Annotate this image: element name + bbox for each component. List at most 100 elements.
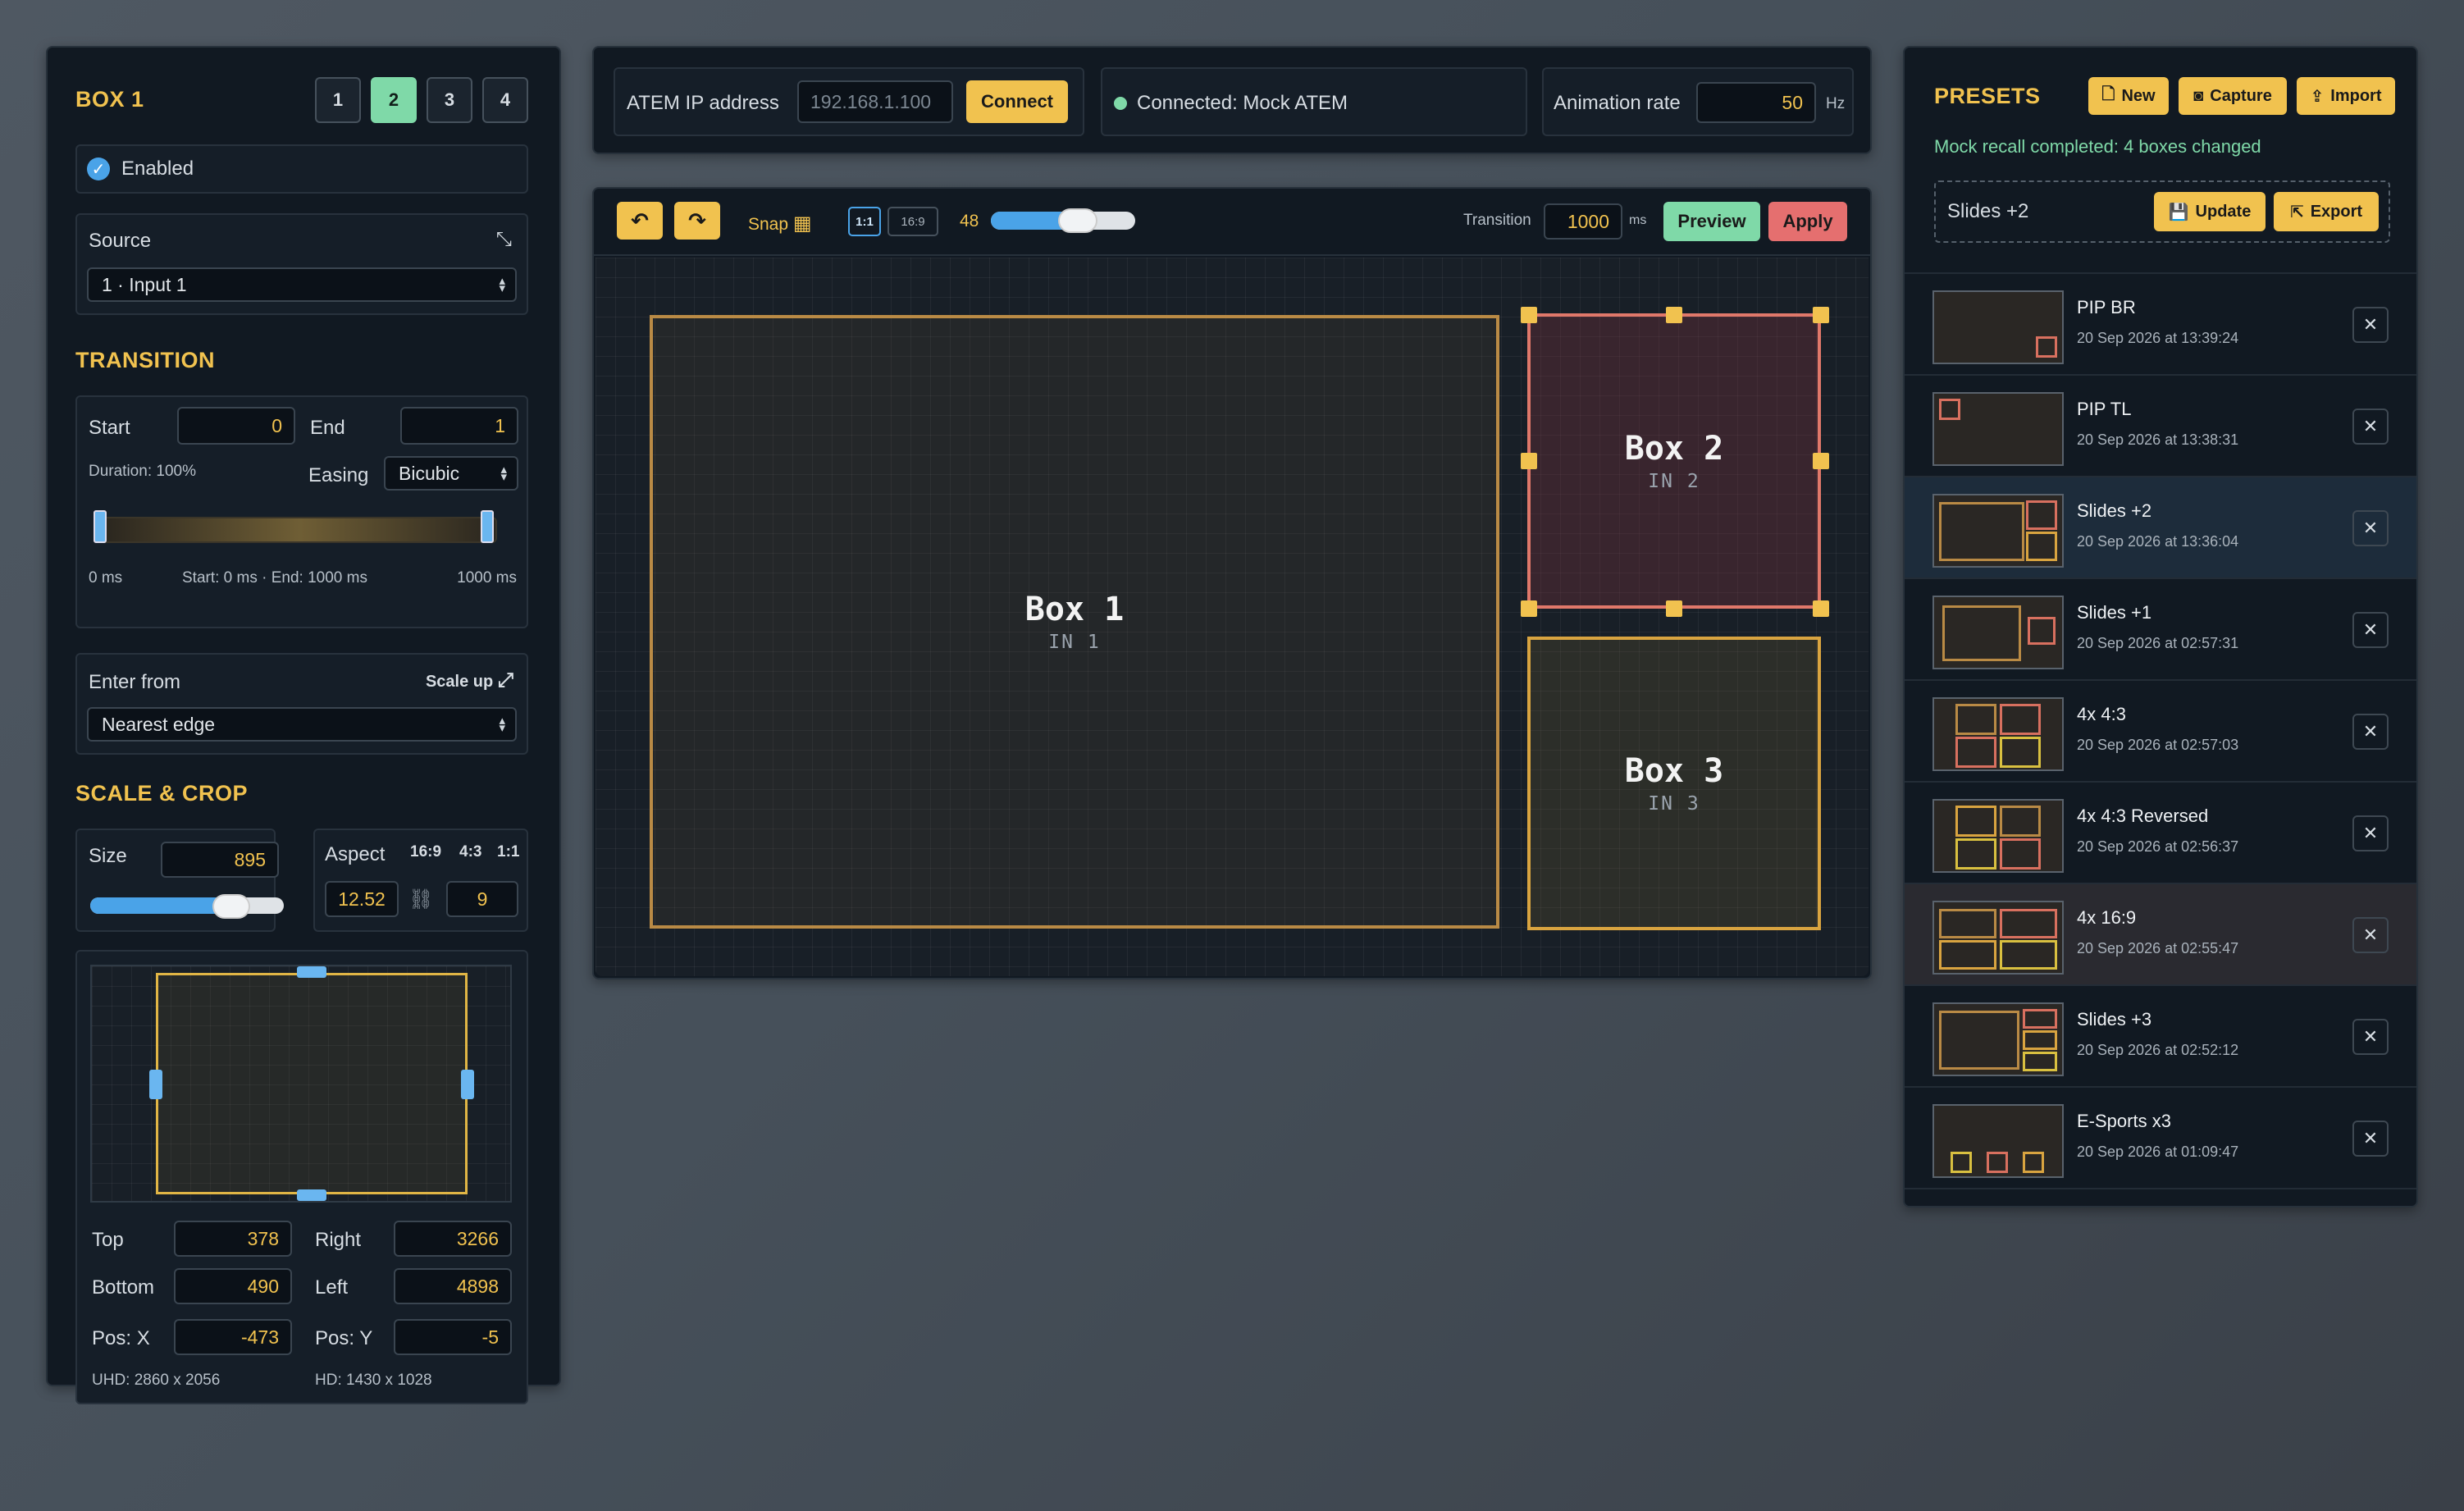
start-label: Start bbox=[89, 417, 130, 439]
box-3[interactable]: Box 3 IN 3 bbox=[1527, 637, 1821, 930]
preset-name: Slides +3 bbox=[2077, 1009, 2152, 1029]
size-input[interactable]: 895 bbox=[161, 842, 279, 878]
source-section: Source ⤡ 1 · Input 1 ▴ ▾ bbox=[75, 213, 528, 315]
snap-toggle[interactable]: Snap ▦ bbox=[748, 212, 812, 235]
delete-preset-button[interactable]: ✕ bbox=[2352, 917, 2389, 953]
resize-handle-r[interactable] bbox=[1813, 453, 1829, 469]
box-tab-1[interactable]: 1 bbox=[315, 77, 361, 123]
aspect-1-1[interactable]: 1:1 bbox=[497, 843, 519, 861]
file-icon: 🗋 bbox=[2101, 85, 2115, 103]
update-button[interactable]: 💾 Update bbox=[2154, 192, 2266, 231]
box-2[interactable]: Box 2 IN 2 bbox=[1527, 313, 1821, 609]
preset-item[interactable]: 4x 16:9 20 Sep 2026 at 02:55:47 ✕ bbox=[1905, 884, 2416, 986]
delete-preset-button[interactable]: ✕ bbox=[2352, 815, 2389, 851]
preset-item[interactable]: PIP TL 20 Sep 2026 at 13:38:31 ✕ bbox=[1905, 376, 2416, 477]
size-slider-track[interactable] bbox=[90, 897, 284, 914]
timing-start-handle[interactable] bbox=[94, 510, 107, 543]
aspect-height-input[interactable]: 9 bbox=[446, 881, 518, 917]
collapse-icon[interactable]: ⤡ bbox=[496, 228, 512, 251]
capture-button[interactable]: ◙ Capture bbox=[2179, 77, 2287, 115]
transition-input[interactable]: 1000 bbox=[1544, 203, 1622, 240]
crop-left-handle[interactable] bbox=[149, 1070, 162, 1099]
preset-thumbnail bbox=[1932, 290, 2064, 364]
ip-input[interactable]: 192.168.1.100 bbox=[797, 80, 953, 123]
preset-item[interactable]: 4x 4:3 Reversed 20 Sep 2026 at 02:56:37 … bbox=[1905, 783, 2416, 884]
box-tab-4[interactable]: 4 bbox=[482, 77, 528, 123]
resize-handle-tl[interactable] bbox=[1521, 307, 1537, 323]
pos-y-input[interactable]: -5 bbox=[394, 1319, 512, 1355]
delete-preset-button[interactable]: ✕ bbox=[2352, 612, 2389, 648]
enabled-row[interactable]: ✓ Enabled bbox=[75, 144, 528, 194]
pos-x-input[interactable]: -473 bbox=[174, 1319, 292, 1355]
box-tab-3[interactable]: 3 bbox=[427, 77, 472, 123]
undo-button[interactable]: ↶ bbox=[617, 202, 663, 240]
top-label: Top bbox=[92, 1229, 124, 1251]
enabled-checkbox[interactable]: ✓ bbox=[87, 157, 110, 180]
grid-size-knob[interactable] bbox=[1057, 208, 1097, 233]
resize-handle-t[interactable] bbox=[1666, 307, 1682, 323]
ratio-1-1-button[interactable]: 1:1 bbox=[848, 207, 881, 236]
preset-item[interactable]: 4x 4:3 20 Sep 2026 at 02:57:03 ✕ bbox=[1905, 681, 2416, 783]
scale-up-toggle[interactable]: Scale up ⤢ bbox=[426, 669, 513, 692]
preset-date: 20 Sep 2026 at 02:55:47 bbox=[2077, 940, 2239, 956]
preset-item[interactable]: Slides +3 20 Sep 2026 at 02:52:12 ✕ bbox=[1905, 986, 2416, 1088]
preset-item[interactable]: E-Sports x3 20 Sep 2026 at 01:09:47 ✕ bbox=[1905, 1088, 2416, 1189]
delete-preset-button[interactable]: ✕ bbox=[2352, 409, 2389, 445]
aspect-16-9[interactable]: 16:9 bbox=[410, 843, 441, 861]
new-preset-button[interactable]: 🗋 New bbox=[2088, 77, 2169, 115]
resize-handle-tr[interactable] bbox=[1813, 307, 1829, 323]
duration-text: Duration: 100% bbox=[89, 463, 196, 480]
connect-button[interactable]: Connect bbox=[966, 80, 1068, 123]
ratio-16-9-button[interactable]: 16:9 bbox=[887, 207, 938, 236]
start-input[interactable]: 0 bbox=[177, 407, 295, 445]
box-tab-2[interactable]: 2 bbox=[371, 77, 417, 123]
delete-preset-button[interactable]: ✕ bbox=[2352, 1121, 2389, 1157]
resize-handle-b[interactable] bbox=[1666, 600, 1682, 617]
transition-label: Transition bbox=[1463, 212, 1531, 229]
animation-rate-input[interactable]: 50 bbox=[1696, 82, 1816, 123]
export-button[interactable]: ⇱ Export bbox=[2274, 192, 2379, 231]
enter-from-select[interactable]: Nearest edge ▴ ▾ bbox=[87, 707, 517, 742]
aspect-4-3[interactable]: 4:3 bbox=[459, 843, 481, 861]
status-group: Connected: Mock ATEM bbox=[1101, 67, 1527, 136]
link-icon[interactable]: ⛓ bbox=[408, 888, 433, 911]
left-input[interactable]: 4898 bbox=[394, 1268, 512, 1304]
crop-top-handle[interactable] bbox=[297, 966, 326, 978]
redo-button[interactable]: ↷ bbox=[674, 202, 720, 240]
aspect-width-input[interactable]: 12.52 bbox=[325, 881, 399, 917]
grid-icon: ▦ bbox=[792, 212, 812, 235]
preview-button[interactable]: Preview bbox=[1663, 202, 1760, 241]
delete-preset-button[interactable]: ✕ bbox=[2352, 1019, 2389, 1055]
box-1[interactable]: Box 1 IN 1 bbox=[650, 315, 1499, 929]
delete-preset-button[interactable]: ✕ bbox=[2352, 714, 2389, 750]
delete-preset-button[interactable]: ✕ bbox=[2352, 510, 2389, 546]
size-slider-knob[interactable] bbox=[212, 894, 251, 919]
delete-preset-button[interactable]: ✕ bbox=[2352, 307, 2389, 343]
resize-handle-bl[interactable] bbox=[1521, 600, 1537, 617]
source-select[interactable]: 1 · Input 1 ▴ ▾ bbox=[87, 267, 517, 302]
apply-button[interactable]: Apply bbox=[1768, 202, 1847, 241]
layout-canvas[interactable]: Box 1 IN 1 Box 2 IN 2 Box 3 IN 3 bbox=[595, 258, 1869, 976]
box-2-input: IN 2 bbox=[1648, 471, 1700, 492]
resize-handle-l[interactable] bbox=[1521, 453, 1537, 469]
timing-end-handle[interactable] bbox=[481, 510, 494, 543]
camera-icon: ◙ bbox=[2193, 86, 2204, 105]
crop-bottom-handle[interactable] bbox=[297, 1189, 326, 1201]
crop-frame[interactable] bbox=[156, 973, 468, 1194]
crop-right-handle[interactable] bbox=[461, 1070, 474, 1099]
range-min: 0 ms bbox=[89, 569, 123, 587]
top-input[interactable]: 378 bbox=[174, 1221, 292, 1257]
preset-item[interactable]: PIP BR 20 Sep 2026 at 13:39:24 ✕ bbox=[1905, 274, 2416, 376]
import-button[interactable]: ⇪ Import bbox=[2297, 77, 2395, 115]
preset-item[interactable]: Slides +1 20 Sep 2026 at 02:57:31 ✕ bbox=[1905, 579, 2416, 681]
recall-status: Mock recall completed: 4 boxes changed bbox=[1934, 136, 2261, 157]
resize-handle-br[interactable] bbox=[1813, 600, 1829, 617]
export-icon: ⇱ bbox=[2289, 203, 2304, 221]
easing-select[interactable]: Bicubic ▴ ▾ bbox=[384, 456, 518, 491]
bottom-input[interactable]: 490 bbox=[174, 1268, 292, 1304]
end-input[interactable]: 1 bbox=[400, 407, 518, 445]
right-input[interactable]: 3266 bbox=[394, 1221, 512, 1257]
preset-item-selected[interactable]: Slides +2 20 Sep 2026 at 13:36:04 ✕ bbox=[1905, 477, 2416, 579]
timing-track[interactable] bbox=[102, 517, 497, 543]
capture-label: Capture bbox=[2210, 86, 2272, 105]
